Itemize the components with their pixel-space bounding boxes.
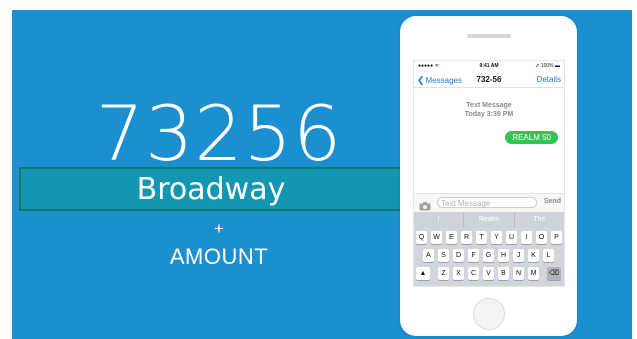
phone-screen: ●●●●● ᯤ 9:41 AM ➚ 100% ▬ ❮Messages 732-5…	[413, 60, 565, 287]
speaker	[467, 34, 511, 38]
keyword-box: Broadway	[19, 167, 403, 211]
nav-bar: ❮Messages 732-56 Details	[414, 73, 564, 88]
key[interactable]: F	[468, 249, 479, 262]
key[interactable]: Q	[416, 231, 427, 244]
key[interactable]: T	[476, 231, 487, 244]
key[interactable]: W	[431, 231, 442, 244]
status-bar: ●●●●● ᯤ 9:41 AM ➚ 100% ▬	[414, 63, 564, 71]
key[interactable]: O	[536, 231, 547, 244]
key[interactable]: N	[513, 267, 524, 280]
message-bubble: REALM 50	[505, 131, 558, 144]
thread-header: Text Message Today 3:39 PM	[414, 102, 564, 120]
key[interactable]: V	[483, 267, 494, 280]
key[interactable]: L	[543, 249, 554, 262]
key[interactable]: E	[446, 231, 457, 244]
phone: ●●●●● ᯤ 9:41 AM ➚ 100% ▬ ❮Messages 732-5…	[400, 16, 577, 336]
key[interactable]: D	[453, 249, 464, 262]
key[interactable]: B	[498, 267, 509, 280]
backspace-icon[interactable]: ⌫	[547, 267, 561, 280]
key[interactable]: H	[498, 249, 509, 262]
key[interactable]: K	[528, 249, 539, 262]
slide: 73256 Broadway + AMOUNT ●●●●● ᯤ 9:41 AM …	[12, 10, 632, 339]
keyboard: Q W E R T Y U I O P A S D F G H J K L ▲ …	[414, 228, 564, 286]
home-button[interactable]	[473, 298, 505, 330]
key[interactable]: Z	[438, 267, 449, 280]
message-input[interactable]: Text Message	[437, 197, 537, 208]
key[interactable]: U	[506, 231, 517, 244]
details-button[interactable]: Details	[537, 75, 561, 84]
suggestion-item[interactable]: Realm	[464, 212, 515, 228]
suggestion-item[interactable]: The	[515, 212, 564, 228]
input-bar: Text Message Send	[414, 193, 564, 212]
key-row-1: Q W E R T Y U I O P	[414, 231, 564, 245]
key[interactable]: S	[438, 249, 449, 262]
key[interactable]: R	[461, 231, 472, 244]
thread-type: Text Message	[466, 102, 512, 109]
key[interactable]: X	[453, 267, 464, 280]
key[interactable]: G	[483, 249, 494, 262]
amount-label: AMOUNT	[169, 244, 269, 269]
suggestion-item[interactable]: I	[414, 212, 465, 228]
key-row-3: ▲ Z X C V B N M ⌫	[414, 267, 564, 281]
key[interactable]: Y	[491, 231, 502, 244]
key[interactable]: I	[521, 231, 532, 244]
thread-timestamp: Today 3:39 PM	[464, 110, 514, 118]
key[interactable]: A	[423, 249, 434, 262]
key[interactable]: P	[551, 231, 562, 244]
key[interactable]: M	[528, 267, 539, 280]
key-row-2: A S D F G H J K L	[414, 249, 564, 263]
key[interactable]: J	[513, 249, 524, 262]
battery-status: ➚ 100% ▬	[535, 63, 560, 69]
shift-icon[interactable]: ▲	[416, 267, 430, 280]
short-code: 73256	[95, 89, 343, 178]
key[interactable]: C	[468, 267, 479, 280]
suggestion-bar: I Realm The	[414, 212, 564, 228]
keyword-text: Broadway	[136, 172, 286, 207]
plus-sign: +	[214, 219, 224, 238]
send-button[interactable]: Send	[544, 198, 561, 205]
